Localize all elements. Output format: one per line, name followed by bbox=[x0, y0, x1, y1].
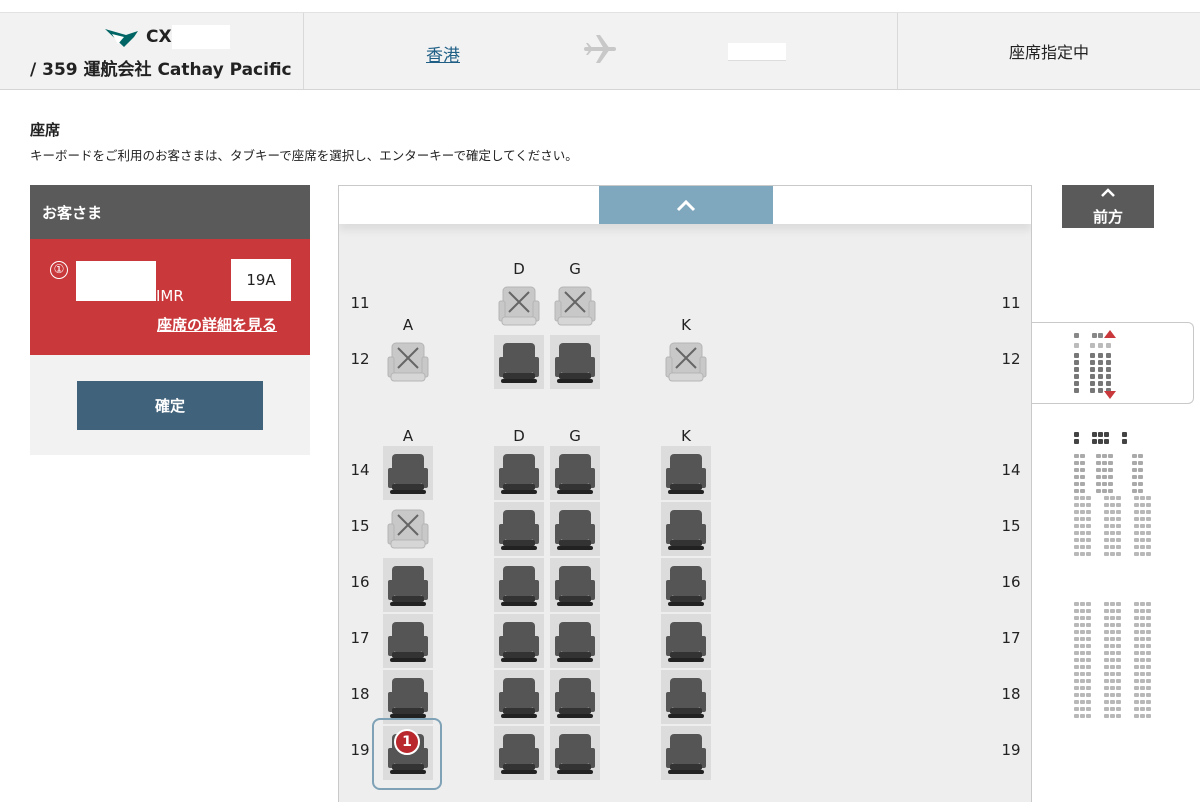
minimap-down-arrow-icon bbox=[1104, 391, 1116, 399]
airplane-icon bbox=[584, 35, 616, 63]
section-title: 座席 bbox=[30, 121, 61, 139]
seat-18g[interactable] bbox=[550, 670, 600, 724]
seat-17d[interactable] bbox=[494, 614, 544, 668]
column-label-g: G bbox=[569, 260, 581, 278]
row-label-left: 16 bbox=[350, 573, 370, 591]
keyboard-hint: キーボードをご利用のお客さまは、タブキーで座席を選択し、エンターキーで確定してく… bbox=[30, 148, 578, 163]
seat-map-top-bar bbox=[339, 186, 1031, 224]
seat-14d[interactable] bbox=[494, 446, 544, 500]
row-label-right: 15 bbox=[1001, 517, 1021, 535]
seat-12k bbox=[661, 335, 711, 389]
seat-12d[interactable] bbox=[494, 335, 544, 389]
flight-code: CX bbox=[146, 27, 172, 47]
column-label-a: A bbox=[402, 316, 414, 334]
row-label-left: 12 bbox=[350, 350, 370, 368]
column-label-k: K bbox=[681, 316, 691, 334]
seat-16d[interactable] bbox=[494, 558, 544, 612]
seat-19a[interactable]: 1 bbox=[383, 726, 433, 780]
seat-18k[interactable] bbox=[661, 670, 711, 724]
seat-15a bbox=[383, 502, 433, 556]
seat-12g[interactable] bbox=[550, 335, 600, 389]
passenger-panel-header: お客さま bbox=[30, 185, 310, 239]
seat-12a bbox=[383, 335, 433, 389]
seat-detail-link[interactable]: 座席の詳細を見る bbox=[157, 314, 277, 335]
confirm-button[interactable]: 確定 bbox=[77, 381, 263, 430]
scroll-up-button[interactable] bbox=[599, 186, 773, 224]
seat-15d[interactable] bbox=[494, 502, 544, 556]
seat-18d[interactable] bbox=[494, 670, 544, 724]
passenger-card[interactable]: ① IMR 19A 座席の詳細を見る bbox=[30, 239, 310, 355]
destination-redacted bbox=[728, 43, 786, 61]
seat-15g[interactable] bbox=[550, 502, 600, 556]
row-label-left: 15 bbox=[350, 517, 370, 535]
column-label-g: G bbox=[569, 427, 581, 445]
origin-link[interactable]: 香港 bbox=[426, 41, 460, 66]
row-label-right: 11 bbox=[1001, 294, 1021, 312]
row-label-left: 19 bbox=[350, 741, 370, 759]
confirm-area: 確定 bbox=[30, 355, 310, 455]
row-label-left: 11 bbox=[350, 294, 370, 312]
passenger-type: IMR bbox=[156, 287, 184, 305]
seat-16g[interactable] bbox=[550, 558, 600, 612]
seat-11g bbox=[550, 279, 600, 333]
seat-14g[interactable] bbox=[550, 446, 600, 500]
seat-11d bbox=[494, 279, 544, 333]
seat-15k[interactable] bbox=[661, 502, 711, 556]
seat-17g[interactable] bbox=[550, 614, 600, 668]
seat-14a[interactable] bbox=[383, 446, 433, 500]
row-label-right: 12 bbox=[1001, 350, 1021, 368]
passenger-seat: 19A bbox=[231, 259, 291, 301]
seat-14k[interactable] bbox=[661, 446, 711, 500]
selected-seat-badge: 1 bbox=[394, 729, 420, 755]
chevron-up-icon bbox=[1101, 188, 1115, 197]
row-label-right: 17 bbox=[1001, 629, 1021, 647]
row-label-right: 18 bbox=[1001, 685, 1021, 703]
seat-19d[interactable] bbox=[494, 726, 544, 780]
cabin-minimap[interactable] bbox=[1070, 430, 1160, 730]
redacted-block bbox=[172, 25, 230, 49]
seat-map: D G A K A D G K 11 11 12 12 14 14 15 15 … bbox=[338, 185, 1032, 802]
booking-status: 座席指定中 bbox=[1008, 43, 1089, 62]
seat-18a[interactable] bbox=[383, 670, 433, 724]
flight-info: CX / 359 運航会社 Cathay Pacific bbox=[0, 13, 304, 89]
column-label-k: K bbox=[681, 427, 691, 445]
seat-19g[interactable] bbox=[550, 726, 600, 780]
seat-16k[interactable] bbox=[661, 558, 711, 612]
row-label-left: 17 bbox=[350, 629, 370, 647]
row-label-right: 14 bbox=[1001, 461, 1021, 479]
row-label-right: 19 bbox=[1001, 741, 1021, 759]
row-label-left: 14 bbox=[350, 461, 370, 479]
flight-operator: / 359 運航会社 Cathay Pacific bbox=[30, 60, 292, 80]
passenger-name-redacted bbox=[76, 261, 156, 301]
seat-19k[interactable] bbox=[661, 726, 711, 780]
chevron-up-icon bbox=[676, 199, 696, 212]
front-button-label: 前方 bbox=[1092, 208, 1123, 226]
seat-17k[interactable] bbox=[661, 614, 711, 668]
cathay-logo-icon bbox=[105, 29, 138, 47]
route-info: 香港 bbox=[304, 13, 898, 89]
front-button[interactable]: 前方 bbox=[1062, 185, 1154, 228]
column-label-d: D bbox=[513, 427, 525, 445]
column-label-a: A bbox=[402, 427, 414, 445]
minimap-up-arrow-icon bbox=[1104, 330, 1116, 338]
passenger-number: ① bbox=[50, 261, 68, 279]
minimap-viewport-icon bbox=[1074, 330, 1116, 399]
row-label-right: 16 bbox=[1001, 573, 1021, 591]
seat-16a[interactable] bbox=[383, 558, 433, 612]
minimap-viewport[interactable] bbox=[1032, 322, 1194, 404]
row-label-left: 18 bbox=[350, 685, 370, 703]
seat-17a[interactable] bbox=[383, 614, 433, 668]
column-label-d: D bbox=[513, 260, 525, 278]
flight-header: CX / 359 運航会社 Cathay Pacific 香港 座席指定中 bbox=[0, 12, 1200, 90]
